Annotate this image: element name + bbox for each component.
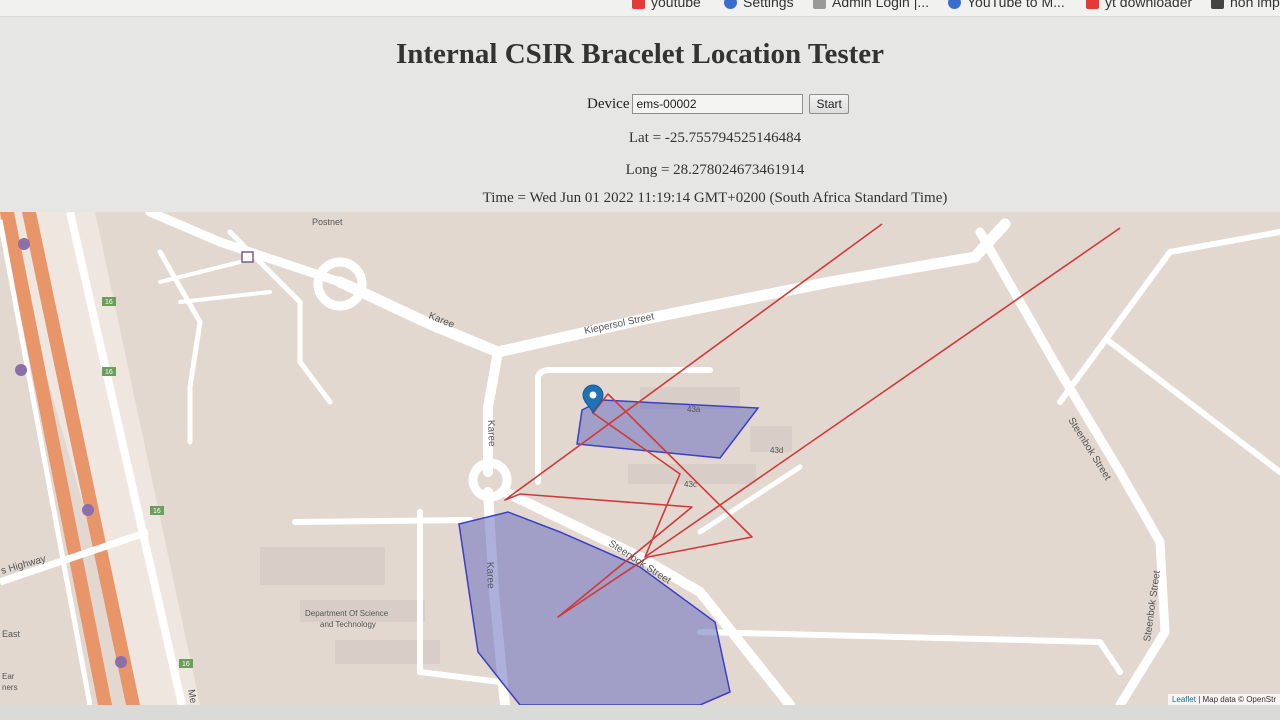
yt-downloader-icon	[1086, 0, 1099, 9]
label-building-43a: 43a	[687, 405, 701, 414]
parking-road	[178, 290, 272, 304]
youtube-icon	[632, 0, 645, 9]
bookmark-label: non imp	[1230, 0, 1280, 10]
bookmark-label: youtube	[651, 0, 701, 10]
map-view[interactable]: Postnet Karee Kiepersol Street Karee Kar…	[0, 212, 1280, 705]
karee-road	[483, 347, 503, 477]
label-postnet: Postnet	[312, 217, 343, 227]
kiepersol-street-road	[334, 218, 1011, 358]
highway-corridor	[0, 212, 200, 705]
link-road	[292, 517, 473, 525]
bookmark-label: yt downloader	[1105, 0, 1193, 10]
label-ners: ners	[2, 683, 18, 692]
start-button[interactable]: Start	[809, 94, 849, 114]
device-label: Device	[587, 95, 630, 112]
label-building-43d: 43d	[770, 446, 783, 455]
highway-shield-icon	[15, 364, 27, 376]
leaflet-link[interactable]: Leaflet	[1172, 695, 1196, 704]
route-shield-16: 16	[102, 367, 116, 376]
route-shield-16: 16	[179, 659, 193, 668]
bookmark-yt-downloader[interactable]: yt downloader	[1086, 0, 1192, 10]
map-attribution: Leaflet | Map data © OpenStr	[1167, 694, 1280, 705]
map-data-credit: | Map data © OpenStr	[1195, 695, 1276, 704]
bookmark-youtube-to-mp3[interactable]: YouTube to M...	[948, 0, 1065, 10]
gear-icon	[724, 0, 737, 9]
highway-shield-icon	[18, 238, 30, 250]
building-footprint	[335, 640, 440, 664]
latitude-readout: Lat = -25.755794525146484	[628, 130, 802, 146]
geofence-zone-south	[458, 511, 731, 705]
post-office-icon	[241, 251, 254, 263]
bookmark-label: YouTube to M...	[967, 0, 1065, 10]
bookmark-youtube[interactable]: youtube	[632, 0, 701, 10]
longitude-readout: Long = 28.278024673461914	[625, 162, 805, 178]
label-karee: Karee	[484, 562, 496, 589]
map-canvas: Postnet Karee Kiepersol Street Karee Kar…	[0, 212, 1280, 705]
route-shield-label: 16	[153, 508, 161, 515]
geofence-zone-north	[576, 399, 760, 459]
bookmarks-bar: youtube Settings Admin Login |... YouTub…	[0, 0, 1280, 17]
route-shield-label: 16	[105, 369, 113, 376]
label-department-technology: and Technology	[320, 620, 376, 629]
route-shield-16: 16	[102, 297, 116, 306]
route-shield-label: 16	[182, 661, 190, 668]
label-department-science: Department Of Science	[305, 609, 389, 618]
highway-shield-icon	[82, 504, 94, 516]
cross-road	[1057, 229, 1280, 405]
label-ear: Ear	[2, 672, 15, 681]
label-east: East	[2, 629, 21, 639]
device-row: Device Start	[587, 94, 849, 114]
time-readout: Time = Wed Jun 01 2022 11:19:14 GMT+0200…	[482, 190, 948, 206]
bookmark-folder-non-imp[interactable]: non imp	[1211, 0, 1280, 10]
bookmark-admin-login[interactable]: Admin Login |...	[813, 0, 929, 10]
bookmark-settings[interactable]: Settings	[724, 0, 794, 10]
admin-icon	[813, 0, 826, 9]
building-footprint	[260, 547, 385, 585]
highway-shield-icon	[115, 656, 127, 668]
bookmark-label: Settings	[743, 0, 794, 10]
download-icon	[948, 0, 961, 9]
cross-road	[1107, 339, 1280, 475]
screen-bezel	[0, 705, 1280, 720]
label-building-43c: 43c	[684, 480, 697, 489]
bookmark-label: Admin Login |...	[832, 0, 930, 10]
device-input[interactable]	[632, 94, 804, 114]
page-title: Internal CSIR Bracelet Location Tester	[395, 38, 885, 70]
folder-icon	[1211, 0, 1224, 9]
steenbok-street-road-east	[975, 227, 1170, 705]
label-karee: Karee	[485, 420, 497, 447]
route-shield-label: 16	[105, 299, 113, 306]
route-shield-16: 16	[150, 506, 164, 515]
label-kiepersol-street: Kiepersol Street	[583, 311, 655, 337]
